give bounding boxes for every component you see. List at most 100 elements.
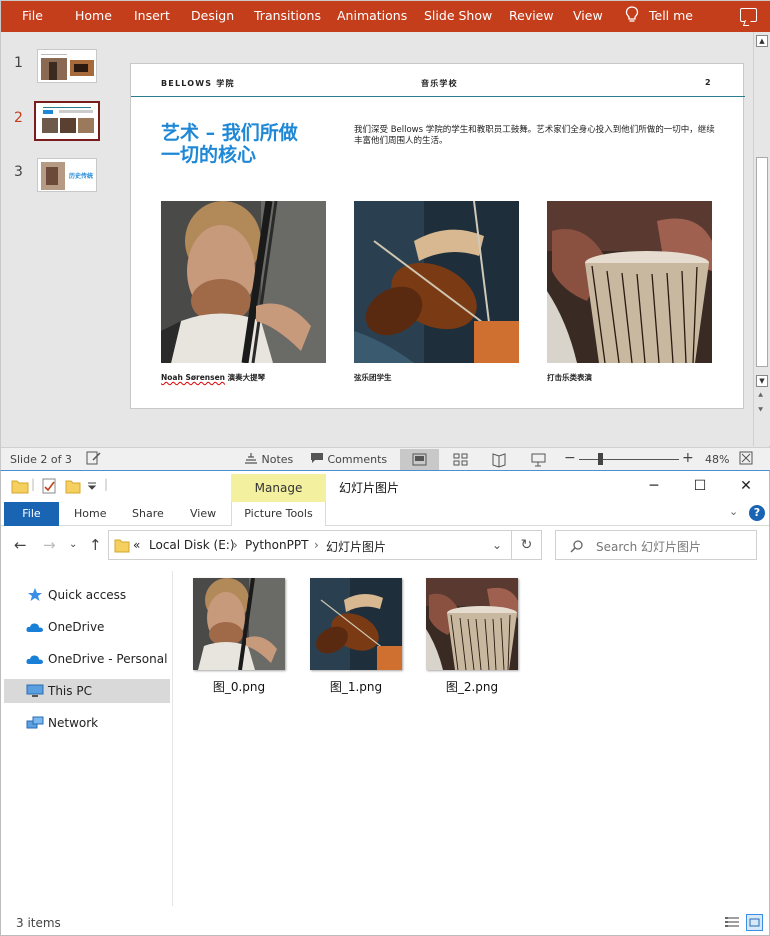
slide-thumbnail-3[interactable]: 3 历史传统 (1, 158, 111, 198)
breadcrumb-current-folder[interactable]: 幻灯片图片 (326, 538, 386, 555)
thumbnail-preview-selected (34, 101, 100, 141)
expand-ribbon-icon[interactable]: ⌄ (729, 505, 738, 518)
nav-item-quick-access[interactable]: Quick access (4, 583, 170, 607)
network-icon (26, 716, 44, 729)
new-folder-icon[interactable] (65, 478, 81, 494)
tab-file[interactable]: File (22, 8, 43, 23)
back-arrow-icon[interactable]: ← (14, 536, 27, 554)
zoom-in-icon[interactable]: + (682, 450, 694, 466)
slide-photo-drum[interactable] (547, 201, 712, 363)
tab-home[interactable]: Home (74, 507, 106, 520)
tab-view[interactable]: View (190, 507, 216, 520)
nav-item-network[interactable]: Network (4, 711, 170, 735)
search-icon (570, 540, 583, 553)
file-name: 图_2.png (445, 680, 499, 694)
explorer-ribbon-tabs: File Home Share View Picture Tools ⌄ ? (1, 502, 769, 526)
breadcrumb-local-disk[interactable]: Local Disk (E:) (149, 538, 235, 552)
zoom-out-icon[interactable]: − (564, 450, 576, 466)
tab-animations[interactable]: Animations (337, 8, 407, 23)
slide-canvas[interactable]: BELLOWS 学院 音乐学校 2 艺术 – 我们所做一切的核心 我们深受 Be… (130, 63, 745, 409)
tab-home[interactable]: Home (75, 8, 112, 23)
breadcrumb-pythonppt[interactable]: PythonPPT (245, 538, 308, 552)
item-count: 3 items (16, 916, 61, 930)
explorer-nav-bar: ← → ⌄ ↑ « Local Disk (E:) › PythonPPT › … (1, 528, 769, 562)
tab-picture-tools[interactable]: Picture Tools (231, 502, 326, 526)
manage-tab[interactable]: Manage (231, 474, 326, 502)
slide-thumbnail-2[interactable]: 2 (1, 101, 111, 144)
file-item[interactable]: 图_1.png (310, 578, 402, 698)
folder-icon (11, 480, 29, 494)
breadcrumb-separator[interactable]: › (314, 538, 319, 552)
photo-caption-1: Noah Sørensen 演奏大提琴 (161, 372, 265, 383)
notes-icon (245, 453, 257, 464)
slide-number: 3 (14, 164, 23, 180)
zoom-level[interactable]: 48% (705, 453, 729, 466)
cloud-icon (26, 655, 43, 664)
slide-title[interactable]: 艺术 – 我们所做一切的核心 (161, 122, 301, 166)
image-thumbnail (426, 578, 518, 670)
properties-icon[interactable] (41, 478, 57, 494)
details-view-icon[interactable] (724, 914, 741, 931)
next-slide-icon[interactable]: ⯆ (757, 406, 764, 416)
comments-label: Comments (327, 453, 388, 466)
close-icon[interactable]: ✕ (726, 475, 766, 497)
comments-icon[interactable] (740, 8, 757, 22)
previous-slide-icon[interactable]: ⯅ (757, 391, 764, 401)
photo-caption-2: 弦乐团学生 (354, 373, 392, 382)
reading-view-button[interactable] (480, 449, 519, 471)
fit-to-window-icon[interactable] (739, 451, 753, 468)
tab-file[interactable]: File (4, 502, 59, 526)
normal-view-button[interactable] (400, 449, 439, 471)
slide-photo-cellist[interactable] (161, 201, 326, 363)
scrollbar-thumb[interactable] (756, 157, 768, 367)
scroll-down-arrow-icon[interactable]: ▼ (756, 375, 768, 387)
tab-share[interactable]: Share (132, 507, 164, 520)
recent-locations-icon[interactable]: ⌄ (69, 539, 77, 550)
address-dropdown-icon[interactable]: ⌄ (492, 538, 502, 552)
forward-arrow-icon[interactable]: → (43, 536, 56, 554)
large-icons-view-icon[interactable] (746, 914, 763, 931)
zoom-slider[interactable] (579, 459, 679, 460)
tab-insert[interactable]: Insert (134, 8, 170, 23)
breadcrumb-separator[interactable]: › (233, 538, 238, 552)
slide-photo-strings[interactable] (354, 201, 519, 363)
tab-view[interactable]: View (573, 8, 603, 23)
minimize-icon[interactable]: ─ (634, 475, 674, 497)
tab-design[interactable]: Design (191, 8, 234, 23)
customize-qat-icon[interactable] (87, 481, 97, 491)
nav-item-onedrive[interactable]: OneDrive (4, 615, 170, 639)
slide-thumbnail-1[interactable]: 1 (1, 49, 111, 89)
tab-transitions[interactable]: Transitions (254, 8, 321, 23)
slide-editing-area: BELLOWS 学院 音乐学校 2 艺术 – 我们所做一切的核心 我们深受 Be… (121, 32, 753, 446)
slide-show-button[interactable] (519, 449, 558, 471)
address-bar[interactable]: « Local Disk (E:) › PythonPPT › 幻灯片图片 ⌄ (108, 530, 512, 560)
tab-slide-show[interactable]: Slide Show (424, 8, 492, 23)
maximize-icon[interactable]: ☐ (680, 475, 720, 497)
ppt-ribbon: File Home Insert Design Transitions Anim… (1, 1, 770, 32)
help-icon[interactable]: ? (749, 505, 765, 521)
search-box[interactable]: Search 幻灯片图片 (555, 530, 757, 560)
nav-label: Network (48, 716, 99, 730)
thumbnail-preview: 历史传统 (37, 158, 97, 192)
tell-me-label: Tell me (649, 7, 693, 23)
comments-button[interactable]: Comments (310, 452, 387, 467)
nav-item-this-pc[interactable]: This PC (4, 679, 170, 703)
slide-sorter-button[interactable] (441, 449, 480, 471)
tell-me-box[interactable]: Tell me (625, 6, 693, 24)
zoom-slider-handle[interactable] (598, 453, 603, 465)
caption-name: Noah Sørensen (161, 373, 226, 382)
file-item[interactable]: 图_2.png (426, 578, 518, 698)
slide-vertical-scrollbar[interactable]: ▲ ▼ ⯅ ⯆ (753, 32, 770, 446)
up-arrow-icon[interactable]: ↑ (89, 536, 102, 554)
slide-body-text[interactable]: 我们深受 Bellows 学院的学生和教职员工鼓舞。艺术家们全身心投入到他们所做… (354, 125, 716, 147)
spell-check-icon[interactable] (86, 451, 102, 468)
scroll-up-arrow-icon[interactable]: ▲ (756, 35, 768, 47)
nav-item-onedrive-personal[interactable]: OneDrive - Personal (4, 647, 170, 671)
notes-button[interactable]: Notes (244, 452, 293, 467)
star-icon (28, 588, 42, 601)
breadcrumb-overflow[interactable]: « (133, 538, 140, 552)
file-item[interactable]: 图_0.png (193, 578, 285, 698)
refresh-icon[interactable]: ↻ (512, 530, 542, 560)
tab-review[interactable]: Review (509, 8, 554, 23)
file-list: 图_0.png 图_1.png 图_2.png (174, 571, 764, 906)
